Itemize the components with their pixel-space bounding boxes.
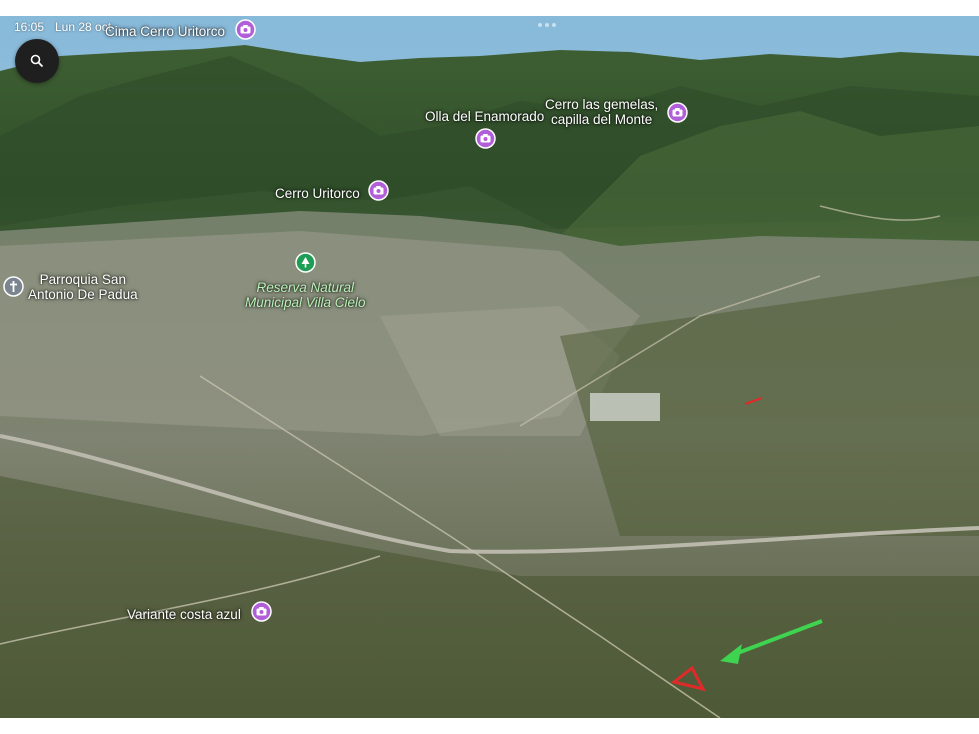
tree-icon[interactable]: [295, 252, 316, 273]
place-label-reserva-line1: Reserva Natural: [256, 280, 355, 295]
place-label-gemelas-line2: capilla del Monte: [550, 112, 653, 127]
place-label-reserva[interactable]: Reserva Natural Municipal Villa Cielo: [245, 280, 366, 310]
map-view[interactable]: 16:05 Lun 28 oct Cima Cerro Uritorco Oll…: [0, 16, 979, 718]
search-icon: [30, 54, 44, 68]
camera-icon[interactable]: [251, 601, 272, 622]
camera-icon[interactable]: [475, 128, 496, 149]
status-time: 16:05: [14, 20, 45, 34]
place-label-gemelas[interactable]: Cerro las gemelas, capilla del Monte: [545, 97, 658, 127]
camera-icon[interactable]: [235, 19, 256, 40]
place-label-olla[interactable]: Olla del Enamorado: [425, 109, 544, 124]
church-icon[interactable]: [3, 276, 24, 297]
place-label-parroquia-line1: Parroquia San: [39, 272, 126, 287]
camera-icon[interactable]: [368, 180, 389, 201]
place-label-gemelas-line1: Cerro las gemelas,: [545, 97, 659, 112]
camera-icon[interactable]: [667, 102, 688, 123]
place-label-parroquia[interactable]: Parroquia San Antonio De Padua: [28, 272, 138, 302]
multitasking-handle[interactable]: [538, 23, 556, 27]
place-label-reserva-line2: Municipal Villa Cielo: [245, 295, 366, 310]
search-button[interactable]: [15, 39, 59, 83]
status-date: Lun 28 oct: [55, 20, 112, 34]
place-label-cima[interactable]: Cima Cerro Uritorco: [105, 24, 225, 39]
place-label-parroquia-line2: Antonio De Padua: [28, 287, 138, 302]
place-label-uritorco[interactable]: Cerro Uritorco: [275, 186, 360, 201]
place-label-variante[interactable]: Variante costa azul: [127, 607, 241, 622]
